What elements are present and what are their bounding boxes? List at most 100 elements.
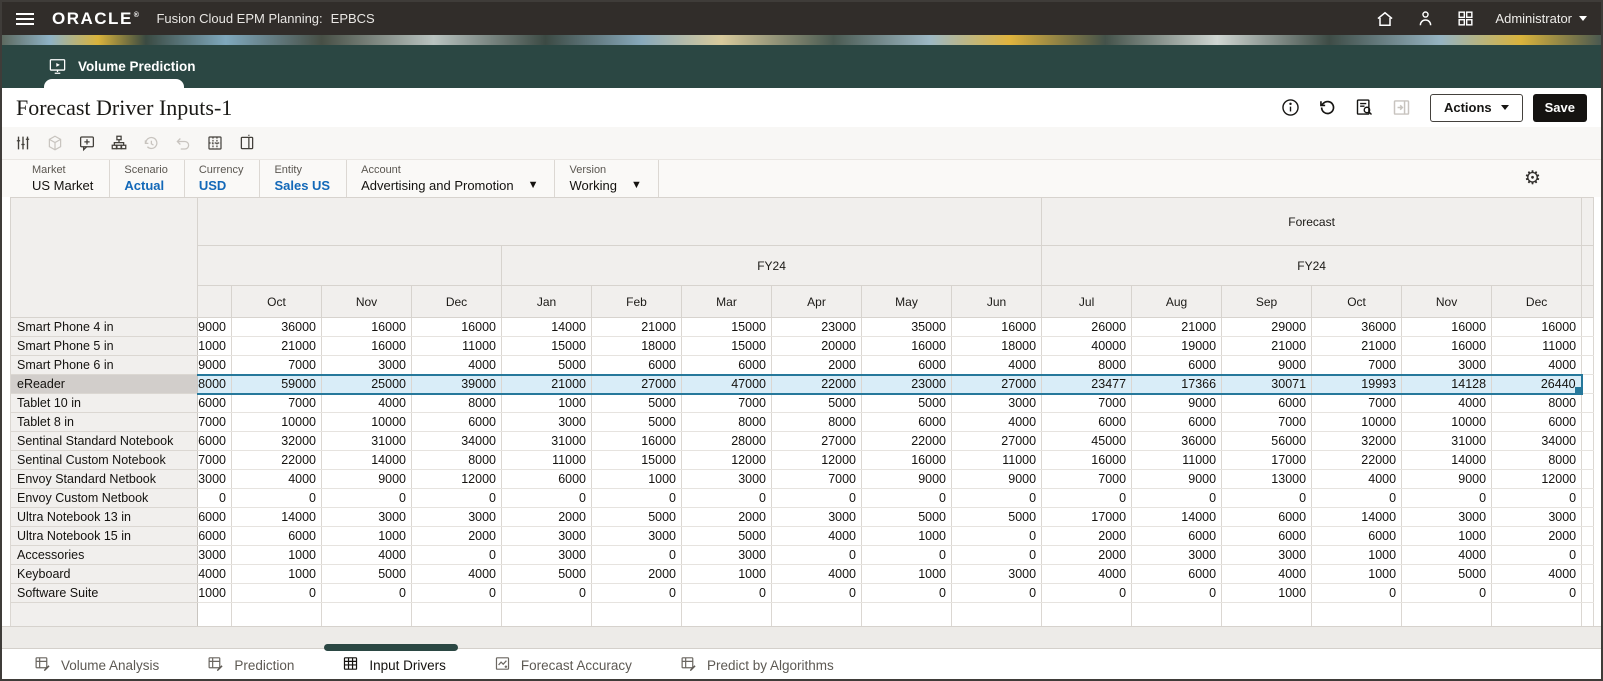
grid-cell[interactable]: 5000 [771, 393, 862, 413]
grid-cell[interactable]: 6000 [197, 393, 232, 413]
column-header-month[interactable]: Jan [501, 285, 592, 318]
grid-cell[interactable]: 16000 [1491, 317, 1583, 337]
grid-cell[interactable]: 39000 [411, 373, 502, 395]
grid-cell[interactable]: 4000 [1491, 564, 1583, 584]
grid-cell[interactable]: 8000 [681, 412, 772, 432]
row-header-tablet-10-in[interactable]: Tablet 10 in [10, 393, 198, 413]
grid-cell[interactable]: 9000 [321, 469, 412, 489]
grid-cell[interactable]: 7000 [771, 469, 862, 489]
grid-cell[interactable]: 21000 [1221, 336, 1313, 356]
grid-cell[interactable]: 1000 [231, 564, 322, 584]
grid-cell[interactable]: 17000 [1041, 507, 1133, 527]
grid-cell[interactable]: 27000 [591, 373, 682, 395]
grid-cell[interactable]: 4000 [771, 526, 862, 546]
grid-cell[interactable]: 8000 [1491, 393, 1583, 413]
pov-member-value[interactable]: Advertising and Promotion [361, 178, 513, 193]
grid-cell[interactable]: 6000 [231, 526, 322, 546]
row-header-keyboard[interactable]: Keyboard [10, 564, 198, 584]
column-header-month[interactable]: Oct [231, 285, 322, 318]
grid-cell[interactable]: 0 [771, 488, 862, 508]
grid-cell[interactable]: 1000 [1401, 526, 1493, 546]
grid-cell[interactable]: 4000 [1311, 469, 1403, 489]
grid-cell[interactable]: 0 [197, 488, 232, 508]
grid-cell[interactable]: 21000 [1131, 317, 1223, 337]
grid-cell[interactable]: 0 [950, 583, 1043, 603]
grid-cell[interactable]: 21000 [591, 317, 682, 337]
grid-cell[interactable]: 0 [1041, 488, 1133, 508]
grid-inspect-icon[interactable] [1353, 96, 1377, 120]
grid-cell[interactable]: 8000 [1041, 355, 1133, 375]
grid-cell[interactable]: 7000 [1221, 412, 1313, 432]
grid-cell[interactable]: 0 [1131, 583, 1223, 603]
grid-cell[interactable]: 4000 [1221, 564, 1313, 584]
grid-cell[interactable]: 0 [321, 488, 412, 508]
row-header-sentinal-custom-notebook[interactable]: Sentinal Custom Notebook [10, 450, 198, 470]
grid-cell[interactable]: 17366 [1131, 373, 1223, 395]
grid-cell[interactable]: 32000 [231, 431, 322, 451]
grid-cell[interactable]: 4000 [231, 469, 322, 489]
grid-cell[interactable]: 16000 [1401, 336, 1493, 356]
tab-input-drivers[interactable]: Input Drivers [324, 644, 458, 675]
column-header-month[interactable]: Jul [1041, 285, 1133, 318]
grid-cell[interactable]: 3000 [1221, 545, 1313, 565]
grid-cell[interactable]: 3000 [1401, 507, 1493, 527]
grid-cell[interactable]: 5000 [591, 393, 682, 413]
grid-cell[interactable]: 0 [1131, 488, 1223, 508]
grid-cell[interactable]: 32000 [1311, 431, 1403, 451]
grid-cell[interactable]: 3000 [197, 545, 232, 565]
grid-cell[interactable]: 0 [1311, 583, 1403, 603]
grid-cell[interactable]: 20000 [771, 336, 862, 356]
grid-cell[interactable]: 6000 [1221, 507, 1313, 527]
grid-cell[interactable]: 6000 [591, 355, 682, 375]
grid-cell[interactable]: 3000 [411, 507, 502, 527]
row-header-ultra-notebook-15-in[interactable]: Ultra Notebook 15 in [10, 526, 198, 546]
grid-cell[interactable]: 6000 [197, 507, 232, 527]
grid-cell[interactable]: 6000 [411, 412, 502, 432]
grid-cell[interactable]: 0 [1311, 488, 1403, 508]
add-comment-icon[interactable] [78, 134, 96, 152]
grid-cell[interactable]: 2000 [1041, 526, 1133, 546]
grid-cell[interactable]: 0 [950, 488, 1043, 508]
grid-cell[interactable]: 0 [1491, 488, 1583, 508]
grid-cell[interactable]: 16000 [321, 336, 412, 356]
actions-button[interactable]: Actions [1429, 93, 1523, 122]
column-header-month[interactable]: Dec [411, 285, 502, 318]
grid-cell[interactable]: 6000 [1041, 412, 1133, 432]
grid-cell[interactable]: 3000 [1401, 355, 1493, 375]
grid-cell[interactable]: 23000 [861, 373, 952, 395]
column-header-month[interactable]: Apr [771, 285, 862, 318]
app-switcher-icon[interactable] [1455, 9, 1475, 29]
grid-cell[interactable]: 1000 [861, 526, 952, 546]
tab-forecast-accuracy[interactable]: Forecast Accuracy [494, 655, 632, 675]
grid-cell[interactable]: 5000 [950, 507, 1043, 527]
grid-cell[interactable]: 5000 [321, 564, 412, 584]
grid-cell[interactable]: 18000 [950, 336, 1043, 356]
column-header-month[interactable]: Sep [1221, 285, 1313, 318]
grid-cell[interactable]: 31000 [501, 431, 592, 451]
grid-cell[interactable]: 4000 [321, 393, 412, 413]
row-header-smart-phone-4-in[interactable]: Smart Phone 4 in [10, 317, 198, 337]
pov-member-value[interactable]: Sales US [274, 178, 330, 193]
grid-cell[interactable]: 7000 [231, 393, 322, 413]
grid-cell[interactable]: 68000 [197, 373, 232, 395]
grid-cell[interactable]: 6000 [681, 355, 772, 375]
grid-cell[interactable]: 1000 [197, 583, 232, 603]
grid-cell[interactable]: 13000 [1221, 469, 1313, 489]
grid-cell[interactable]: 3000 [591, 526, 682, 546]
column-header-month[interactable]: May [861, 285, 952, 318]
grid-cell[interactable]: 1000 [861, 564, 952, 584]
grid-cell[interactable]: 4000 [1401, 545, 1493, 565]
row-header-sentinal-standard-notebook[interactable]: Sentinal Standard Notebook [10, 431, 198, 451]
grid-cell[interactable]: 16000 [861, 450, 952, 470]
grid-cell[interactable]: 34000 [411, 431, 502, 451]
user-profile-icon[interactable] [1415, 9, 1435, 29]
grid-cell[interactable]: 4000 [771, 564, 862, 584]
row-header-software-suite[interactable]: Software Suite [10, 583, 198, 603]
grid-cell[interactable]: 16000 [1401, 317, 1493, 337]
grid-cell[interactable]: 11000 [1131, 450, 1223, 470]
grid-cell[interactable]: 16000 [1041, 450, 1133, 470]
grid-cell[interactable]: 5000 [501, 564, 592, 584]
grid-cell[interactable]: 7000 [231, 355, 322, 375]
grid-cell[interactable]: 59000 [231, 373, 322, 395]
grid-cell[interactable]: 11000 [501, 450, 592, 470]
